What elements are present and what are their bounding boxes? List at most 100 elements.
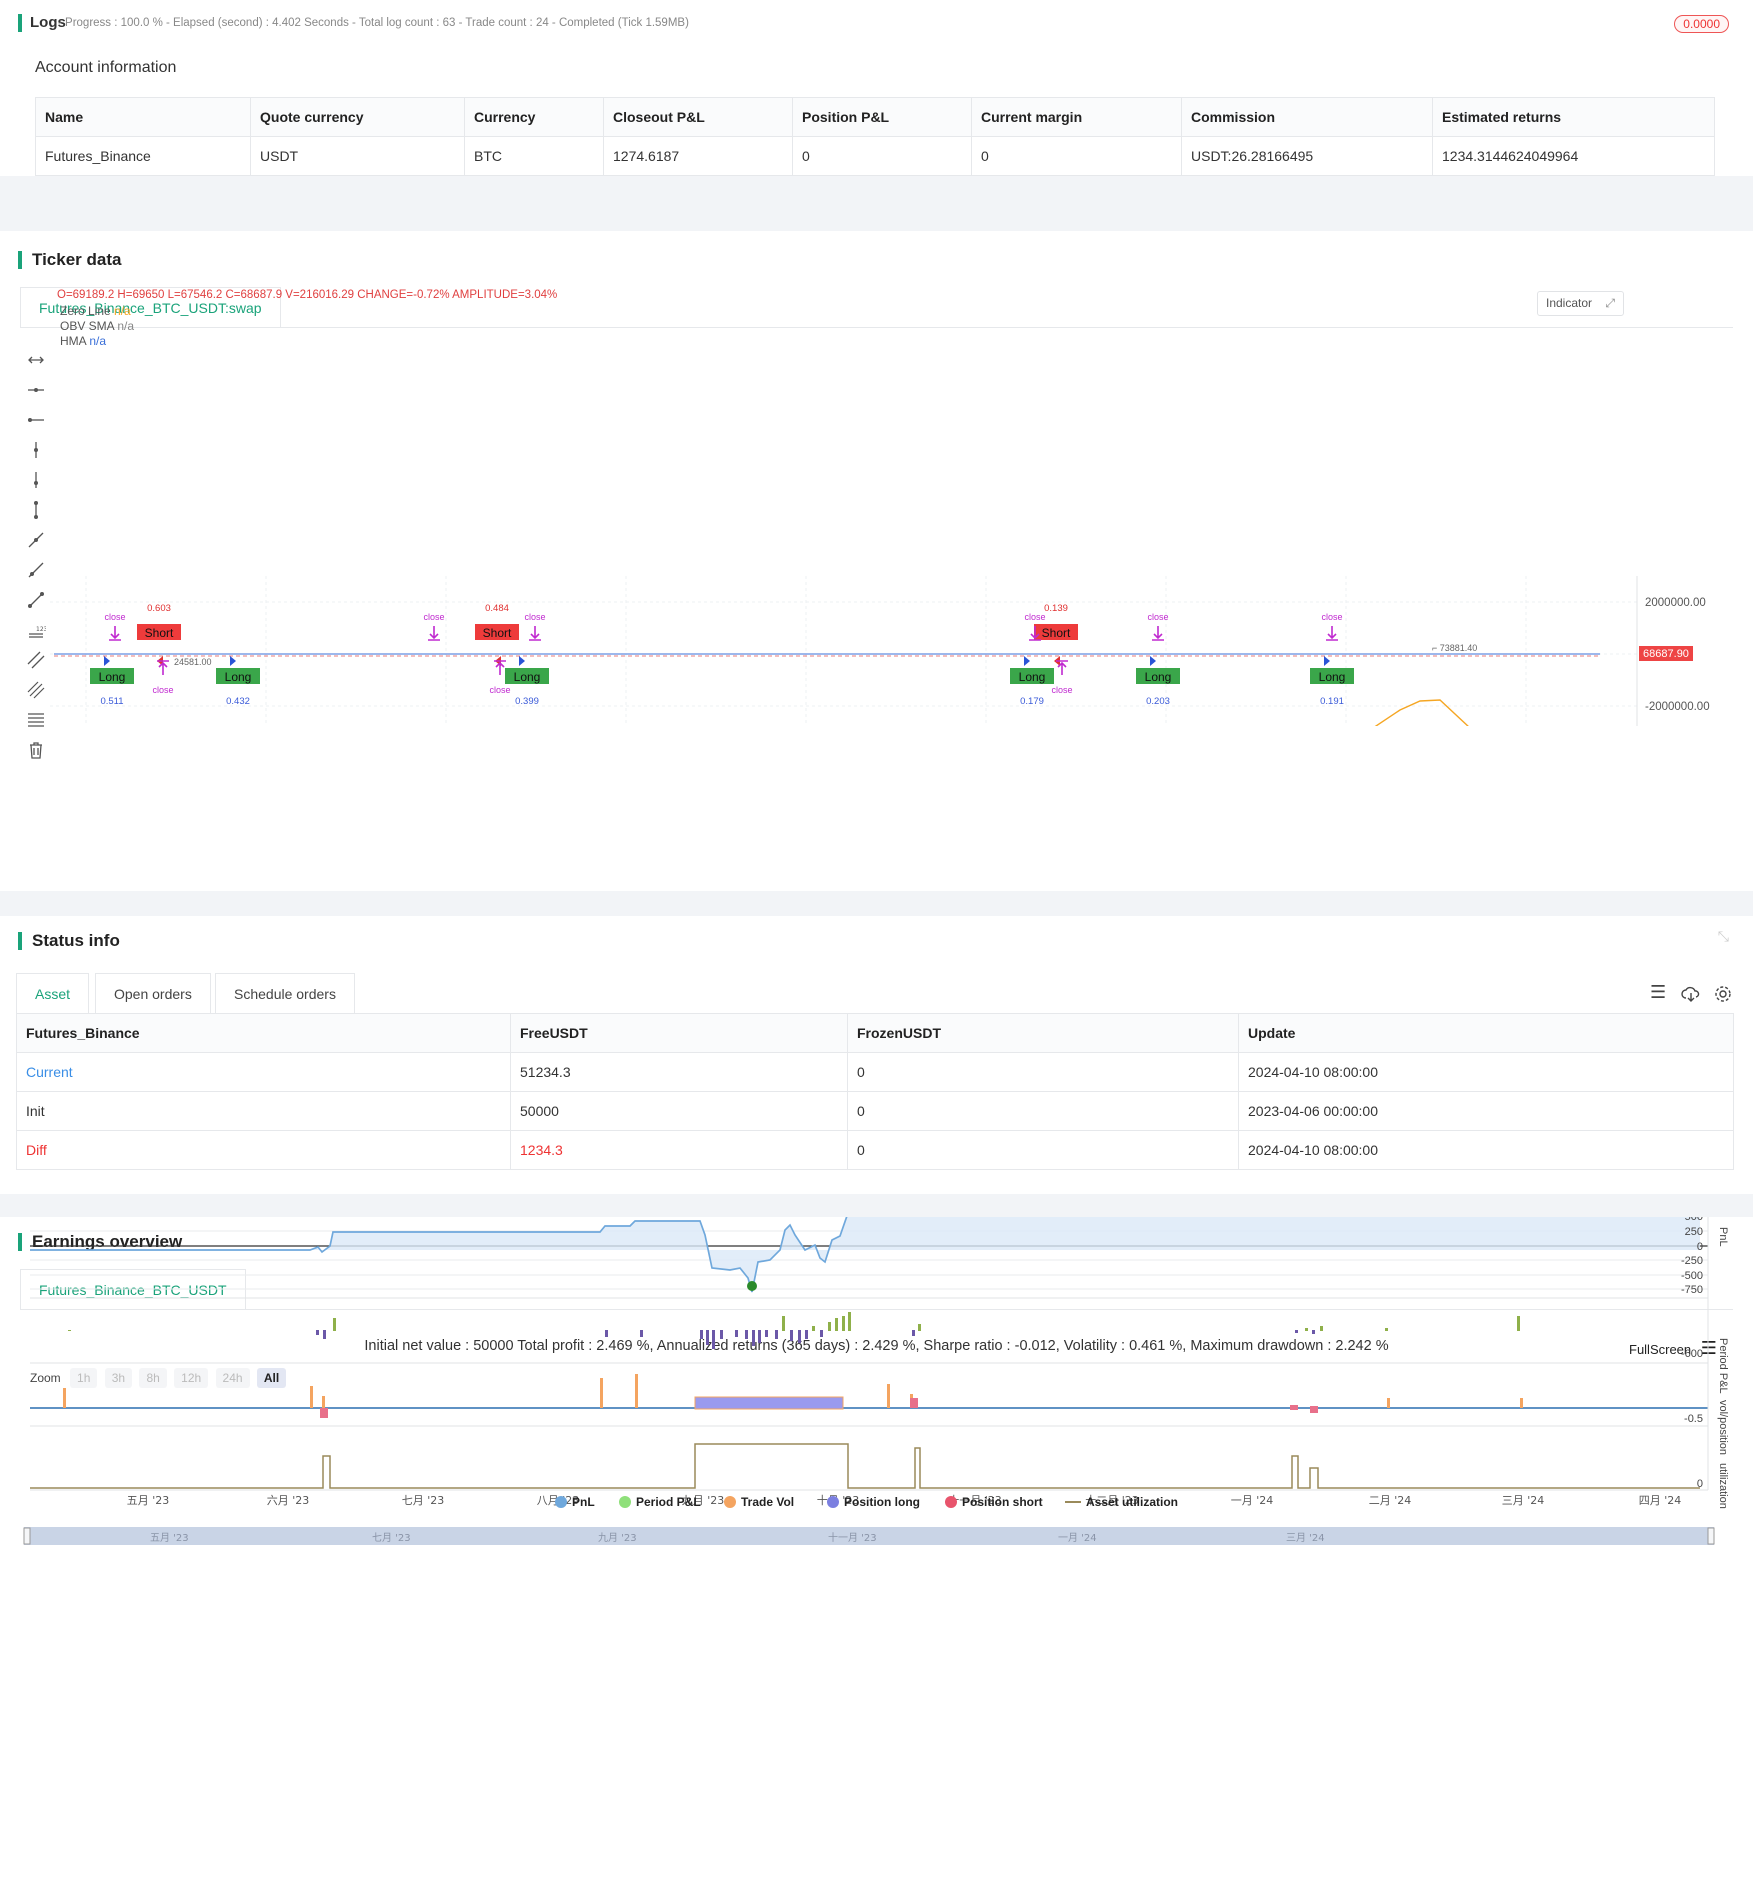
- position-short-bar: [1290, 1405, 1298, 1410]
- period-bar: [805, 1330, 808, 1339]
- col-frozen: FrozenUSDT: [847, 1013, 1239, 1053]
- navigator-tick: 一月 '24: [1058, 1532, 1097, 1544]
- logs-badge[interactable]: 0.0000: [1674, 15, 1729, 33]
- pnl-area: [30, 1217, 1700, 1293]
- x-tick-label: 二月 '24: [1369, 1494, 1412, 1507]
- signal-markers: Long 0.511 Short 0.603 Long 0.432 Short 0.484 Lo…: [90, 603, 1354, 707]
- trash-icon[interactable]: [26, 740, 46, 760]
- long-tag-label: Long: [1145, 670, 1172, 684]
- close-arrow-icon: [494, 660, 506, 675]
- col-returns: Estimated returns: [1432, 97, 1715, 137]
- col-position: Position P&L: [792, 97, 972, 137]
- period-bar: [706, 1330, 709, 1345]
- cell: 0: [847, 1052, 1239, 1092]
- legend-label[interactable]: Position short: [962, 1495, 1043, 1509]
- status-panel: Status info ⤡ Asset Open orders Schedule…: [0, 916, 1753, 1194]
- list-icon[interactable]: ☰: [1650, 982, 1666, 1003]
- long-tag-label: Long: [1319, 670, 1346, 684]
- legend-label[interactable]: PnL: [572, 1495, 595, 1509]
- tab-schedule-orders[interactable]: Schedule orders: [215, 973, 355, 1013]
- col-exchange: Futures_Binance: [16, 1013, 511, 1053]
- trade-vol-bar: [310, 1386, 313, 1408]
- navigator-tick: 十一月 '23: [828, 1531, 877, 1544]
- navigator-handle-right[interactable]: [1707, 1527, 1715, 1545]
- legend-label[interactable]: Asset utilization: [1086, 1495, 1178, 1509]
- cell: 1234.3: [510, 1130, 848, 1170]
- signal-value: 0.399: [515, 696, 539, 707]
- legend-swatch: [724, 1496, 736, 1508]
- cell: 2024-04-10 08:00:00: [1238, 1052, 1734, 1092]
- close-label: close: [423, 612, 444, 622]
- period-bar: [1295, 1330, 1298, 1333]
- vol-tick-label: -0.5: [1684, 1413, 1703, 1425]
- close-label: close: [489, 685, 510, 695]
- x-tick-label: 四月 '24: [1639, 1494, 1682, 1507]
- row-label[interactable]: Current: [16, 1052, 511, 1092]
- long-marker: [230, 656, 236, 666]
- col-closeout: Closeout P&L: [603, 97, 793, 137]
- period-bar: [835, 1318, 838, 1331]
- period-bar: [735, 1330, 738, 1337]
- short-tag-label: Short: [483, 626, 512, 640]
- tab-asset[interactable]: Asset: [16, 973, 90, 1013]
- period-bar: [333, 1318, 336, 1331]
- cell: 1274.6187: [603, 136, 793, 176]
- x-tick-label: 五月 '23: [127, 1494, 170, 1507]
- x-tick-label: 三月 '24: [1502, 1494, 1545, 1507]
- short-tag-label: Short: [1042, 626, 1071, 640]
- earnings-chart[interactable]: 125010007505002500-250-500-750PnLPeriod …: [0, 1217, 1753, 1890]
- col-quote: Quote currency: [250, 97, 465, 137]
- obv-sma-line: [1374, 699, 1469, 726]
- period-bar: [68, 1330, 71, 1331]
- chart-grid: [50, 576, 1637, 726]
- col-commission: Commission: [1181, 97, 1433, 137]
- close-arrow-icon: [1152, 626, 1164, 641]
- high-price-note: ⌐ 73881.40: [1432, 643, 1477, 653]
- legend-label[interactable]: Position long: [844, 1495, 920, 1509]
- trade-vol-bars: [30, 1374, 1708, 1418]
- long-marker: [104, 656, 110, 666]
- cell: 0: [847, 1130, 1239, 1170]
- settings-icon[interactable]: [1713, 984, 1733, 1004]
- long-marker: [519, 656, 525, 666]
- legend-swatch: [619, 1496, 631, 1508]
- util-tick-label: 0: [1697, 1478, 1703, 1490]
- period-bar: [745, 1330, 748, 1339]
- account-header-row: Name Quote currency Currency Closeout P&…: [35, 97, 1715, 137]
- col-margin: Current margin: [971, 97, 1182, 137]
- range-navigator[interactable]: 五月 '23 七月 '23 九月 '23 十一月 '23 一月 '24 三月 '24: [23, 1527, 1715, 1545]
- signal-value: 0.432: [226, 696, 250, 707]
- low-price-note: 24581.00: [174, 657, 212, 667]
- period-bar: [765, 1330, 768, 1337]
- pnl-tick-label: 250: [1685, 1226, 1703, 1238]
- y-tick-label: -2000000.00: [1645, 701, 1710, 713]
- tab-open-orders[interactable]: Open orders: [95, 973, 211, 1013]
- navigator-handle-left[interactable]: [23, 1527, 31, 1545]
- period-bar: [1517, 1316, 1520, 1331]
- cell: 2024-04-10 08:00:00: [1238, 1130, 1734, 1170]
- legend-zero-line: Zero Line n/a: [60, 304, 131, 318]
- collapse-icon[interactable]: ⤡: [1718, 928, 1729, 945]
- asset-utilization-line: [30, 1443, 1700, 1489]
- min-marker: [747, 1281, 757, 1291]
- period-bar: [782, 1316, 785, 1331]
- trade-vol-bar: [1520, 1398, 1523, 1408]
- close-arrow-icon: [109, 626, 121, 641]
- close-label: close: [152, 685, 173, 695]
- x-tick-label: 六月 '23: [267, 1494, 310, 1507]
- legend-label[interactable]: Period P&L: [636, 1495, 701, 1509]
- account-row: Futures_Binance USDT BTC 1274.6187 0 0 U…: [35, 136, 1715, 176]
- pane-title: vol/position: [1717, 1400, 1729, 1455]
- expand-icon[interactable]: ⤢: [1605, 296, 1615, 310]
- long-marker: [1150, 656, 1156, 666]
- period-bar: [812, 1326, 815, 1331]
- period-bar: [842, 1316, 845, 1331]
- logs-status-text: - Progress : 100.0 % - Elapsed (second) …: [58, 17, 689, 29]
- legend-label[interactable]: Trade Vol: [741, 1495, 794, 1509]
- period-bar: [775, 1330, 778, 1339]
- indicator-button[interactable]: Indicator ⤢: [1537, 291, 1624, 316]
- cell: BTC: [464, 136, 604, 176]
- ticker-panel: Ticker data Futures_Binance_BTC_USDT:swa…: [0, 231, 1753, 891]
- candlestick-chart[interactable]: Long 0.511 Short 0.603 Long 0.432 Short 0.484 Lo…: [0, 281, 1753, 726]
- cloud-download-icon[interactable]: [1681, 984, 1701, 1004]
